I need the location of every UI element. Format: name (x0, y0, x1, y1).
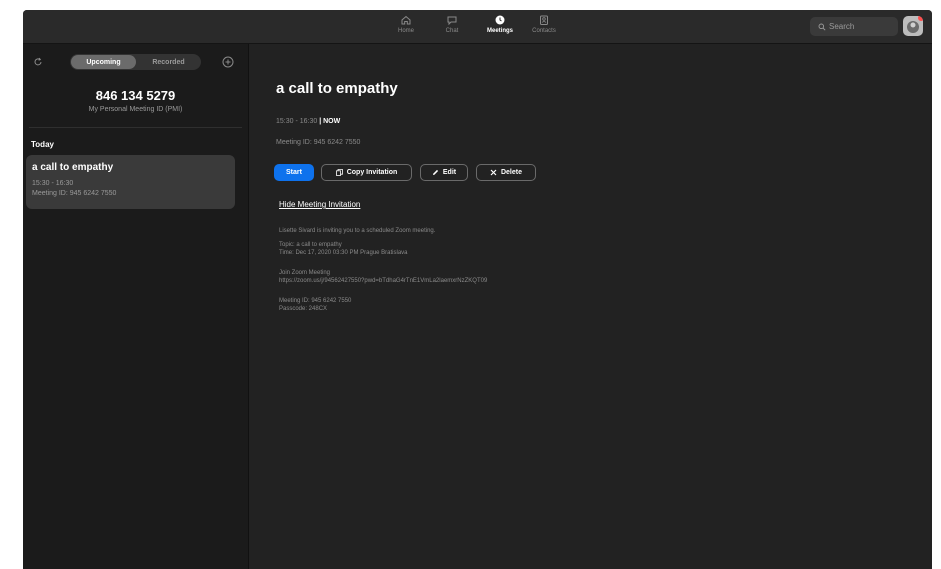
invitation-passcode: Passcode: 248CX (279, 306, 328, 312)
nav-home-label: Home (397, 28, 414, 34)
nav-contacts-label: Contacts (532, 28, 556, 34)
nav-contacts[interactable]: Contacts (522, 14, 566, 40)
invitation-join-url[interactable]: https://zoom.us/j/94562427550?pwd=bTdhaG… (279, 277, 487, 285)
nav-chat[interactable]: Chat (430, 14, 474, 40)
notification-dot (918, 16, 923, 21)
contacts-icon (540, 15, 548, 25)
tab-upcoming[interactable]: Upcoming (71, 55, 136, 69)
pmi-label: My Personal Meeting ID (PMI) (88, 106, 183, 113)
meetings-tab-switch: Upcoming Recorded (70, 54, 201, 70)
nav-meetings-label: Meetings (486, 28, 513, 34)
pmi-number: 846 134 5279 (95, 88, 176, 103)
start-button[interactable]: Start (274, 164, 314, 181)
hide-invitation-link[interactable]: Hide Meeting Invitation (279, 200, 360, 209)
copy-invitation-label: Copy Invitation (346, 169, 398, 176)
refresh-icon[interactable] (33, 57, 43, 67)
nav-meetings[interactable]: Meetings (478, 14, 522, 40)
sidebar-divider (29, 127, 242, 128)
edit-button-label: Edit (442, 169, 457, 176)
avatar[interactable] (903, 16, 923, 36)
copy-invitation-button[interactable]: Copy Invitation (321, 164, 412, 181)
meeting-id: Meeting ID: 945 6242 7550 (276, 139, 361, 146)
meeting-item-title: a call to empathy (32, 162, 114, 173)
add-meeting-icon[interactable] (222, 56, 234, 68)
meeting-time: 15:30 - 16:30 | NOW (276, 118, 340, 125)
top-nav-bar: Home Chat Meetings Contacts Search (23, 10, 932, 44)
search-placeholder: Search (829, 22, 855, 31)
home-icon (401, 15, 411, 25)
tab-recorded[interactable]: Recorded (136, 55, 201, 69)
copy-icon (335, 169, 343, 176)
meeting-item-id: Meeting ID: 945 6242 7550 (32, 190, 117, 197)
nav-chat-label: Chat (445, 28, 459, 34)
invitation-time: Time: Dec 17, 2020 03:30 PM Prague Brati… (279, 250, 408, 256)
meeting-list-item[interactable]: a call to empathy 15:30 - 16:30 Meeting … (26, 155, 235, 209)
chat-icon (447, 16, 457, 26)
invitation-meeting-id: Meeting ID: 945 6242 7550 (279, 298, 352, 304)
pencil-icon (432, 169, 438, 175)
meeting-detail-panel: a call to empathy 15:30 - 16:30 | NOW Me… (249, 44, 932, 569)
meeting-time-range: 15:30 - 16:30 (276, 118, 318, 125)
invitation-topic: Topic: a call to empathy (279, 242, 342, 248)
meeting-title: a call to empathy (276, 80, 398, 97)
close-icon (490, 169, 497, 176)
search-input[interactable]: Search (810, 17, 898, 36)
now-badge: | NOW (319, 118, 341, 125)
invitation-join-label: Join Zoom Meeting (279, 270, 331, 276)
search-icon (818, 23, 826, 31)
meetings-sidebar: Upcoming Recorded 846 134 5279 My Person… (23, 44, 249, 569)
zoom-window: Home Chat Meetings Contacts Search Upcom… (23, 10, 932, 569)
invitation-intro: Lisette Sivard is inviting you to a sche… (279, 228, 436, 234)
meeting-item-time: 15:30 - 16:30 (32, 180, 74, 187)
start-button-label: Start (286, 169, 302, 176)
edit-button[interactable]: Edit (420, 164, 468, 181)
delete-button-label: Delete (500, 169, 522, 176)
clock-icon (495, 15, 505, 25)
nav-home[interactable]: Home (384, 14, 428, 40)
day-label: Today (31, 140, 54, 149)
delete-button[interactable]: Delete (476, 164, 536, 181)
